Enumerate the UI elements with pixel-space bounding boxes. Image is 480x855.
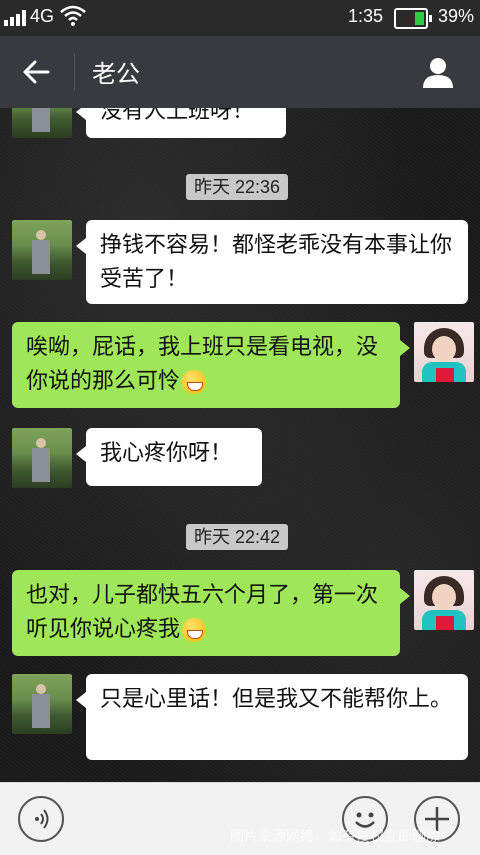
self-avatar[interactable] xyxy=(414,570,474,630)
message-bubble-sent[interactable]: 唉呦，屁话，我上班只是看电视，没你说的那么可怜 xyxy=(12,322,410,408)
grin-emoji-icon xyxy=(182,370,207,394)
message-bubble-received[interactable]: 挣钱不容易！都怪老乖没有本事让你受苦了！ xyxy=(76,220,468,304)
battery-icon xyxy=(394,8,432,29)
contact-avatar[interactable] xyxy=(12,428,72,488)
contact-avatar[interactable] xyxy=(12,220,72,280)
person-icon[interactable] xyxy=(420,54,456,90)
contact-avatar[interactable] xyxy=(12,674,72,734)
back-arrow-icon[interactable] xyxy=(18,54,54,90)
wifi-icon xyxy=(60,5,86,32)
grin-emoji-icon xyxy=(182,618,207,642)
self-avatar[interactable] xyxy=(414,322,474,382)
contact-avatar[interactable] xyxy=(12,108,72,138)
status-bar: 4G 1:35 39% xyxy=(0,0,480,36)
message-bubble-received[interactable]: 我心疼你呀！ xyxy=(76,428,262,486)
watermark: 图片来源网络，如有侵权立即删除 xyxy=(230,829,440,845)
signal-icon xyxy=(4,10,26,26)
message-bubble-received[interactable]: 没有人上班呀！ xyxy=(76,108,286,138)
message-text: 只是心里话！但是我又不能帮你上。 xyxy=(100,687,453,712)
chat-area[interactable]: 没有人上班呀！ 昨天 22:36 挣钱不容易！都怪老乖没有本事让你受苦了！ 唉呦… xyxy=(0,108,480,782)
message-text: 没有人上班呀！ xyxy=(100,108,255,124)
message-bubble-received[interactable]: 只是心里话！但是我又不能帮你上。 xyxy=(76,674,468,760)
header-divider xyxy=(74,54,75,90)
message-text: 我心疼你呀！ xyxy=(100,441,233,466)
network-type: 4G xyxy=(30,6,55,26)
chat-title: 老公 xyxy=(92,60,140,88)
battery-percent: 39% xyxy=(438,6,475,26)
message-text: 挣钱不容易！都怪老乖没有本事让你受苦了！ xyxy=(100,233,453,292)
message-bubble-sent[interactable]: 也对，儿子都快五六个月了，第一次听见你说心疼我 xyxy=(12,570,410,656)
timestamp: 昨天 22:36 xyxy=(186,174,289,200)
voice-icon[interactable] xyxy=(18,796,64,842)
timestamp: 昨天 22:42 xyxy=(186,524,289,550)
clock: 1:35 xyxy=(348,6,384,26)
chat-header: 老公 xyxy=(0,36,480,108)
